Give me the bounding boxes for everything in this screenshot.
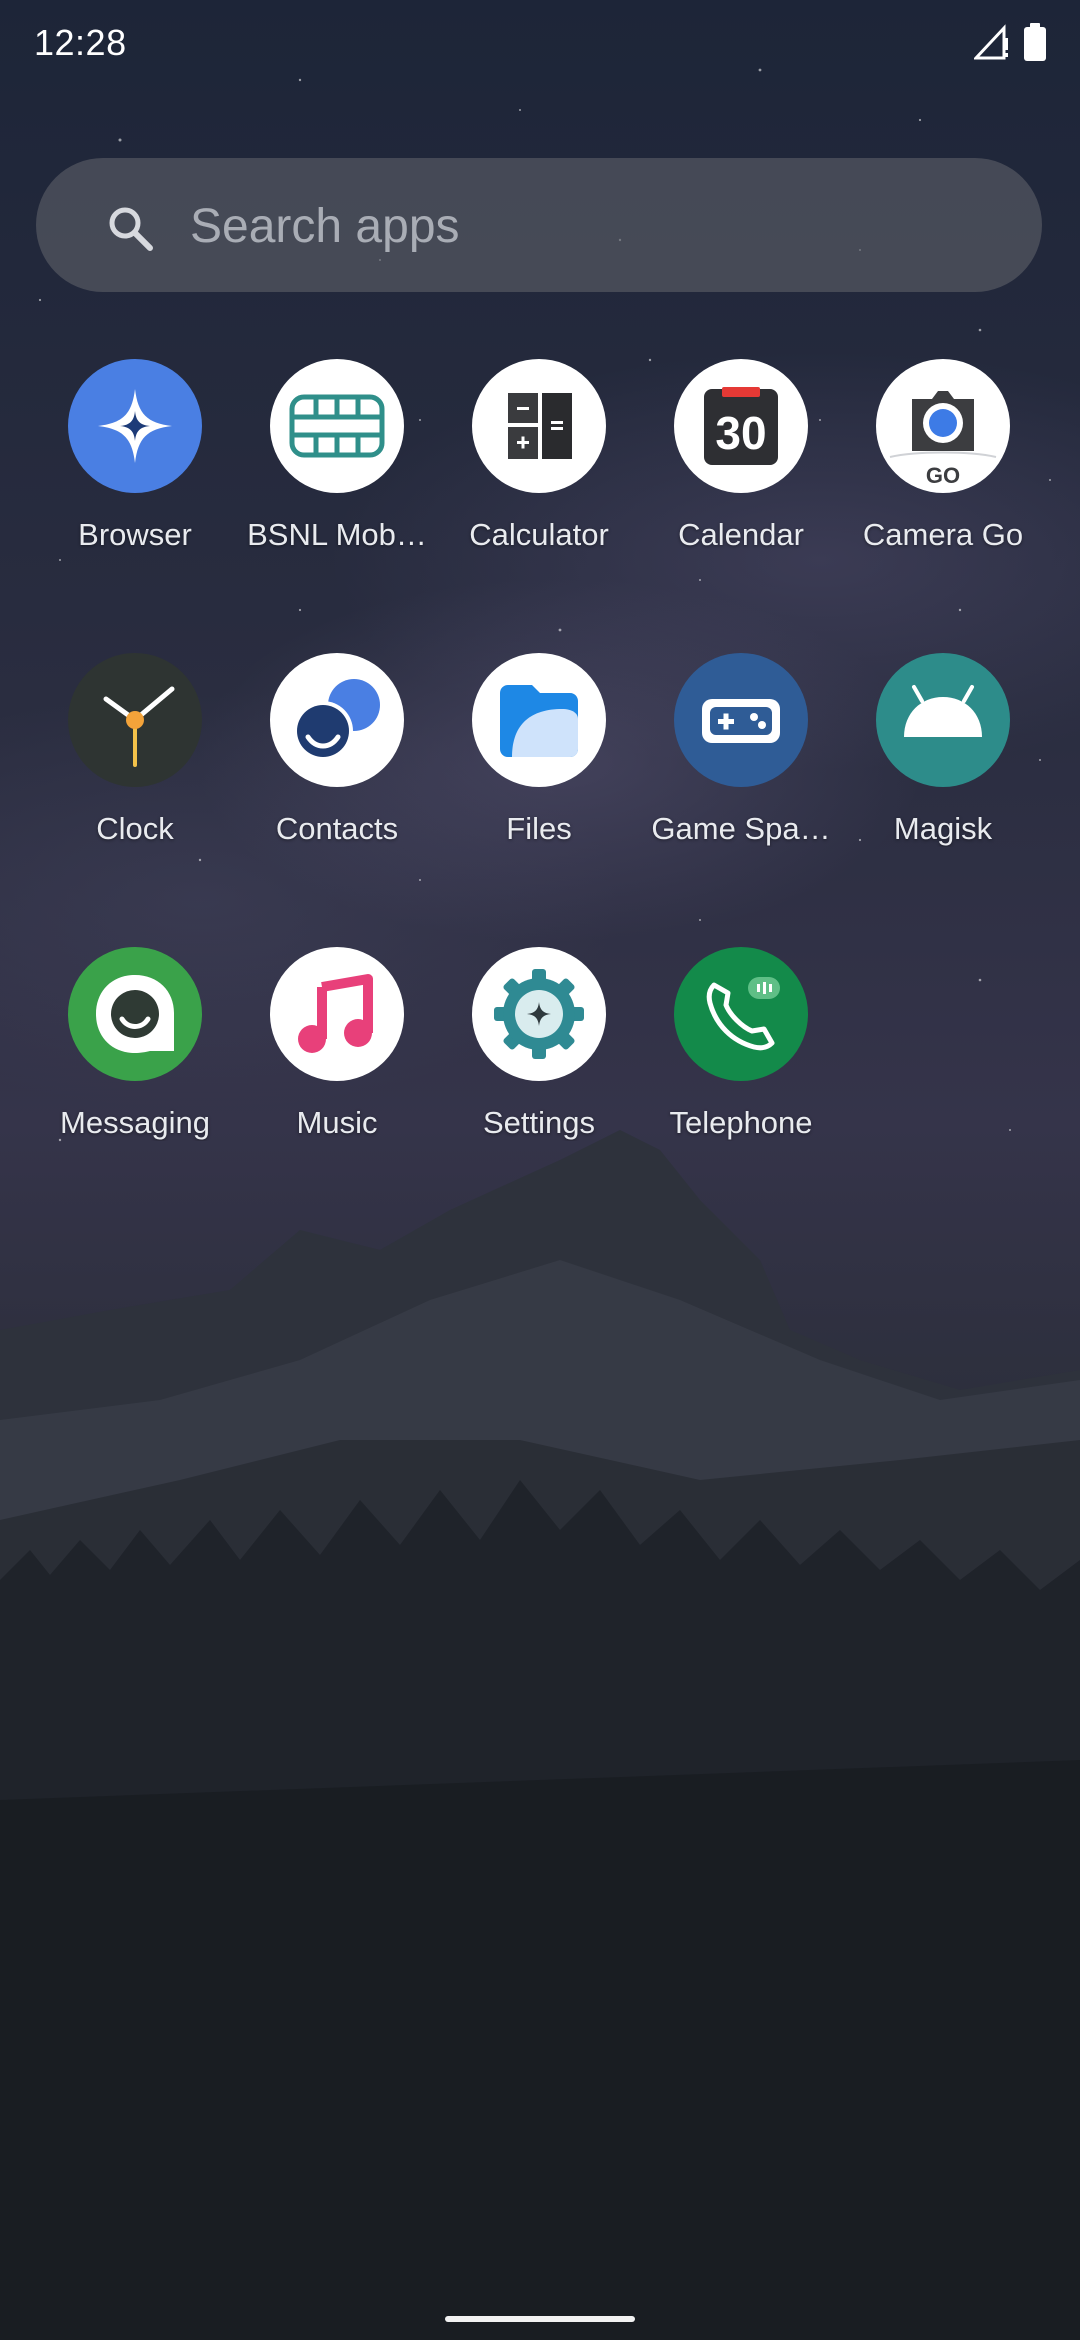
settings-gear-icon [472, 947, 606, 1081]
app-bsnl-mobile[interactable]: BSNL Mob… [236, 359, 438, 599]
app-music[interactable]: Music [236, 947, 438, 1187]
app-files[interactable]: Files [438, 653, 640, 893]
app-messaging[interactable]: Messaging [34, 947, 236, 1187]
app-label: Messaging [60, 1105, 210, 1140]
gesture-nav-handle[interactable] [445, 2316, 635, 2322]
app-label: Files [506, 811, 572, 846]
calculator-icon [472, 359, 606, 493]
sim-card-icon [270, 359, 404, 493]
browser-icon [68, 359, 202, 493]
app-calendar[interactable]: 30 Calendar [640, 359, 842, 599]
app-label: Browser [78, 517, 192, 552]
phone-icon [674, 947, 808, 1081]
android-icon [876, 653, 1010, 787]
folder-icon [472, 653, 606, 787]
app-grid: Browser BSNL Mob… Calculator 30 Calendar… [0, 0, 1080, 1200]
app-clock[interactable]: Clock [34, 653, 236, 893]
app-label: Camera Go [862, 517, 1024, 552]
app-label: Game Spa… [651, 811, 831, 846]
calendar-icon: 30 [674, 359, 808, 493]
app-calculator[interactable]: Calculator [438, 359, 640, 599]
music-note-icon [270, 947, 404, 1081]
messaging-icon [68, 947, 202, 1081]
app-magisk[interactable]: Magisk [842, 653, 1044, 893]
app-telephone[interactable]: Telephone [640, 947, 842, 1187]
app-label: Calculator [469, 517, 609, 552]
app-game-space[interactable]: Game Spa… [640, 653, 842, 893]
app-label: Music [296, 1105, 378, 1140]
gamepad-icon [674, 653, 808, 787]
clock-icon [68, 653, 202, 787]
calendar-day: 30 [715, 407, 766, 459]
app-label: Telephone [669, 1105, 813, 1140]
app-label: BSNL Mob… [247, 517, 427, 552]
app-contacts[interactable]: Contacts [236, 653, 438, 893]
contacts-icon [270, 653, 404, 787]
camera-badge: GO [926, 463, 960, 488]
app-label: Contacts [275, 811, 399, 846]
app-browser[interactable]: Browser [34, 359, 236, 599]
app-label: Clock [96, 811, 174, 846]
app-label: Settings [482, 1105, 595, 1140]
camera-icon: GO [876, 359, 1010, 493]
app-camera-go[interactable]: GO Camera Go [842, 359, 1044, 599]
app-label: Calendar [678, 517, 804, 552]
app-settings[interactable]: Settings [438, 947, 640, 1187]
app-label: Magisk [893, 811, 993, 846]
